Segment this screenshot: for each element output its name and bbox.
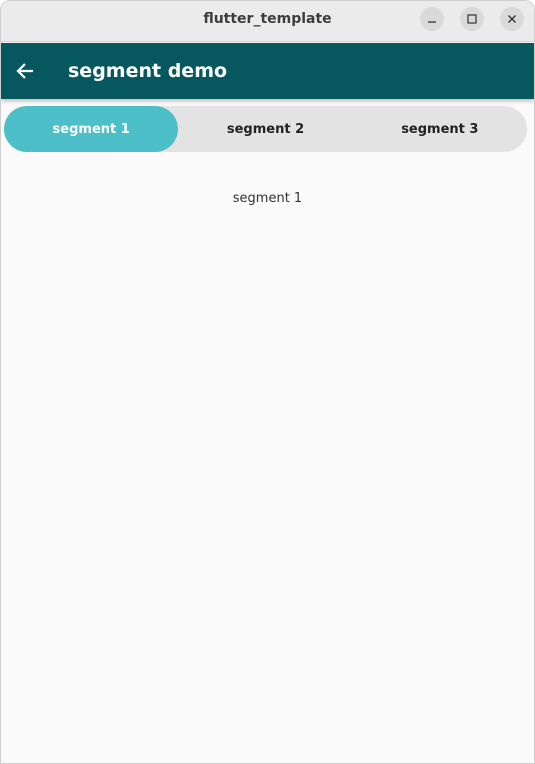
segmented-control: segment 1 segment 2 segment 3 — [4, 106, 527, 152]
minimize-button[interactable] — [420, 7, 444, 31]
segment-1[interactable]: segment 1 — [4, 106, 179, 152]
segment-3[interactable]: segment 3 — [353, 106, 527, 152]
page-title: segment demo — [68, 60, 228, 82]
window-title: flutter_template — [203, 11, 332, 27]
maximize-icon — [467, 14, 477, 24]
segment-2[interactable]: segment 2 — [178, 106, 352, 152]
minimize-icon — [428, 21, 436, 23]
window-titlebar[interactable]: flutter_template — [1, 1, 534, 42]
segment-content-text: segment 1 — [232, 191, 303, 206]
close-button[interactable] — [500, 7, 524, 31]
maximize-button[interactable] — [460, 7, 484, 31]
back-button[interactable] — [9, 55, 41, 87]
app-bar: segment demo — [1, 43, 534, 99]
app-window: flutter_template segment demo segment 1 … — [0, 0, 535, 764]
close-icon — [508, 15, 516, 23]
arrow-left-icon — [16, 63, 33, 79]
